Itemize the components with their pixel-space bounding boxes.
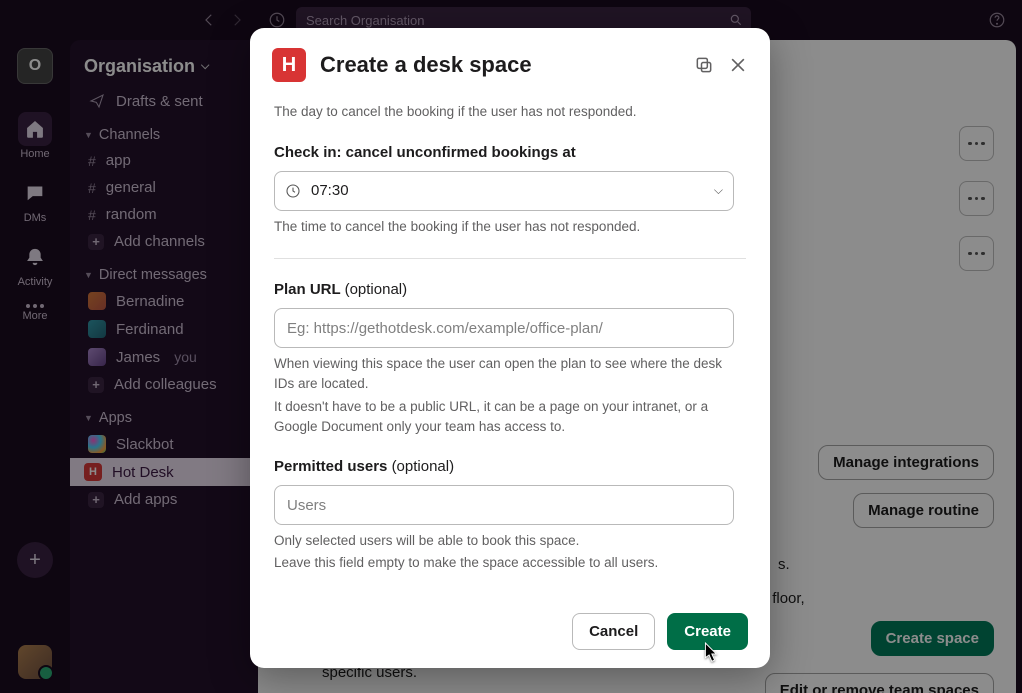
permitted-users-label: Permitted users (optional) xyxy=(274,458,746,475)
close-icon[interactable] xyxy=(728,55,748,75)
permitted-help1: Only selected users will be able to book… xyxy=(274,531,746,551)
popout-icon[interactable] xyxy=(694,55,714,75)
cancel-day-of-radio[interactable]: the day of the booking xyxy=(274,94,746,96)
clock-icon xyxy=(285,183,301,199)
permitted-users-label-text: Permitted users xyxy=(274,458,387,475)
plan-url-input[interactable] xyxy=(274,308,734,348)
cancel-button[interactable]: Cancel xyxy=(572,613,655,650)
plan-url-label-text: Plan URL xyxy=(274,281,340,298)
plan-url-help1: When viewing this space the user can ope… xyxy=(274,354,746,393)
optional-text: (optional) xyxy=(345,281,408,298)
permitted-help2: Leave this field empty to make the space… xyxy=(274,553,746,573)
modal-title: Create a desk space xyxy=(320,52,680,78)
permitted-users-input[interactable] xyxy=(274,485,734,525)
checkin-time-value: 07:30 xyxy=(311,182,704,199)
create-button[interactable]: Create xyxy=(667,613,748,650)
optional-text: (optional) xyxy=(392,458,455,475)
checkin-section-label: Check in: cancel unconfirmed bookings at xyxy=(274,144,746,161)
create-desk-space-modal: H Create a desk space the day before the… xyxy=(250,28,770,668)
plan-url-label: Plan URL (optional) xyxy=(274,281,746,298)
radio-help-text: The day to cancel the booking if the use… xyxy=(274,102,746,122)
plan-url-help2: It doesn't have to be a public URL, it c… xyxy=(274,397,746,436)
chevron-down-icon: ⌵ xyxy=(714,183,723,198)
checkin-help-text: The time to cancel the booking if the us… xyxy=(274,217,746,237)
checkin-time-select[interactable]: 07:30 ⌵ xyxy=(274,171,734,211)
hotdesk-logo-icon: H xyxy=(272,48,306,82)
section-divider xyxy=(274,258,746,259)
